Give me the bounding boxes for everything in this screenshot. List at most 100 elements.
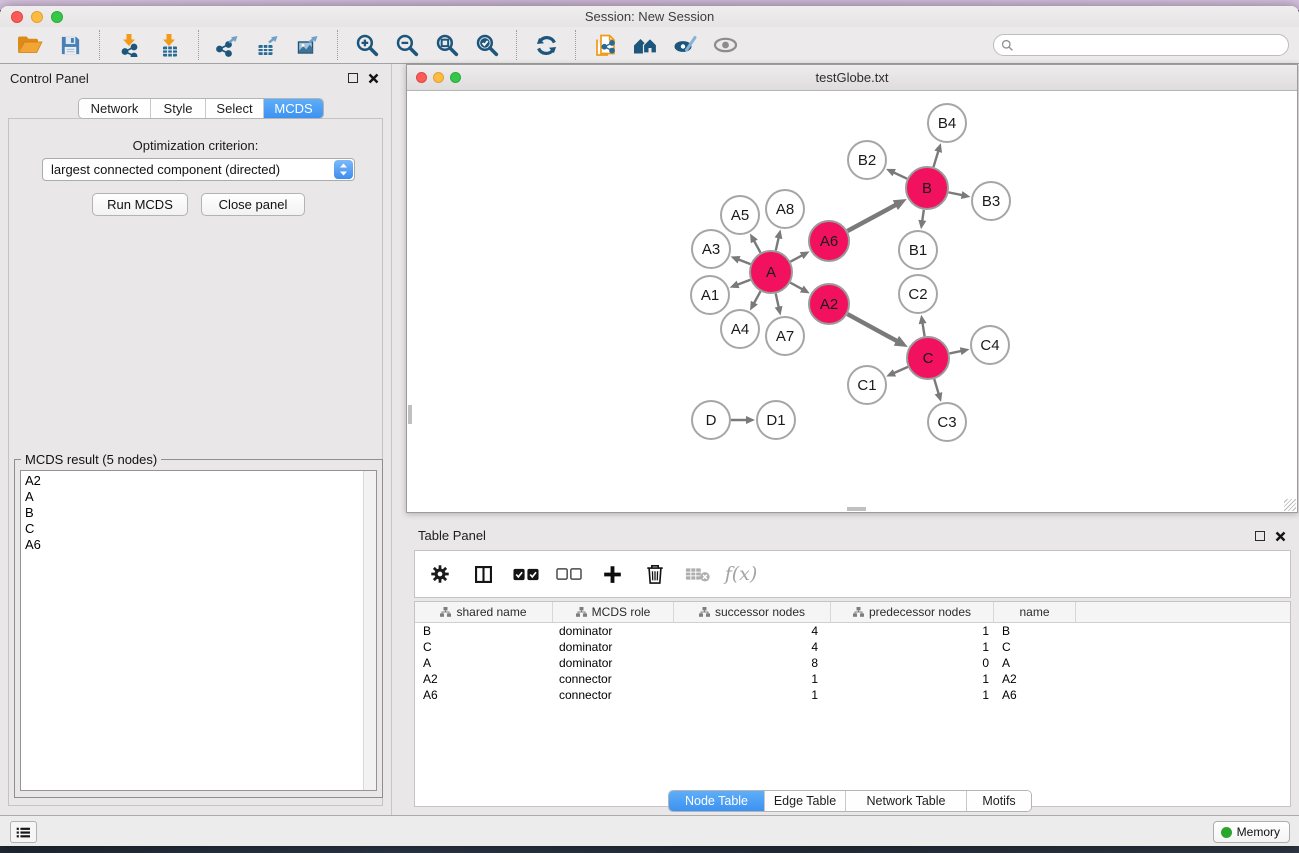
node-a4[interactable]: A4	[721, 310, 759, 348]
edge-A-A7[interactable]	[775, 293, 783, 315]
close-table-panel-icon[interactable]	[1274, 530, 1286, 542]
close-window-button[interactable]	[11, 11, 23, 23]
edge-C-C1[interactable]	[886, 367, 908, 377]
column-header-name[interactable]: name	[994, 602, 1076, 622]
edge-D-D1[interactable]	[731, 416, 755, 424]
node-c[interactable]: C	[907, 337, 949, 379]
result-list-scrollbar[interactable]	[363, 471, 376, 790]
node-a8[interactable]: A8	[766, 190, 804, 228]
cell-successors[interactable]: 1	[674, 687, 831, 703]
edge-A6-B[interactable]	[847, 199, 906, 231]
cell-name[interactable]: B	[994, 623, 1076, 639]
edge-A-A4[interactable]	[750, 291, 760, 310]
node-a5[interactable]: A5	[721, 196, 759, 234]
node-a6[interactable]: A6	[809, 221, 849, 261]
node-b[interactable]: B	[906, 167, 948, 209]
node-b4[interactable]: B4	[928, 104, 966, 142]
cell-successors[interactable]: 4	[674, 623, 831, 639]
cell-shared-name[interactable]: A2	[415, 671, 553, 687]
node-c2[interactable]: C2	[899, 275, 937, 313]
edge-A-A8[interactable]	[775, 229, 783, 250]
zoom-out-button[interactable]	[387, 30, 427, 61]
cell-mcds-role[interactable]: connector	[553, 687, 674, 703]
canvas-left-scroll-handle[interactable]	[408, 405, 412, 424]
network-canvas[interactable]: B4B2BB3B1A5A8A6A3AA1A2A4A7C2CC4C1C3DD1	[407, 91, 1297, 512]
memory-button[interactable]: Memory	[1213, 821, 1290, 843]
export-network-button[interactable]	[208, 30, 248, 61]
cell-mcds-role[interactable]: dominator	[553, 623, 674, 639]
zoom-window-button[interactable]	[51, 11, 63, 23]
table-row-a[interactable]: Adominator80A	[415, 655, 1290, 671]
edge-C-C3[interactable]	[934, 379, 942, 402]
cell-predecessors[interactable]: 0	[831, 655, 994, 671]
edge-B-B2[interactable]	[886, 169, 907, 179]
edge-A-A5[interactable]	[750, 233, 760, 252]
export-table-button[interactable]	[248, 30, 288, 61]
refresh-button[interactable]	[526, 30, 566, 61]
cell-successors[interactable]: 1	[674, 671, 831, 687]
edge-A2-C[interactable]	[847, 314, 907, 347]
edge-A-A1[interactable]	[730, 280, 751, 288]
create-column-button[interactable]	[599, 561, 625, 587]
cell-name[interactable]: A	[994, 655, 1076, 671]
float-panel-icon[interactable]	[348, 73, 358, 83]
node-d1[interactable]: D1	[757, 401, 795, 439]
import-network-button[interactable]	[109, 30, 149, 61]
cell-mcds-role[interactable]: dominator	[553, 639, 674, 655]
cell-shared-name[interactable]: B	[415, 623, 553, 639]
run-mcds-button[interactable]: Run MCDS	[92, 193, 188, 216]
new-network-from-selection-button[interactable]	[585, 30, 625, 61]
edge-C-C4[interactable]	[950, 347, 970, 355]
zoom-in-button[interactable]	[347, 30, 387, 61]
zoom-selected-button[interactable]	[467, 30, 507, 61]
unselect-all-columns-button[interactable]	[556, 561, 582, 587]
canvas-bottom-scroll-handle[interactable]	[847, 507, 866, 511]
close-panel-icon[interactable]	[367, 72, 379, 84]
result-item-b[interactable]: B	[21, 505, 376, 521]
cell-shared-name[interactable]: A	[415, 655, 553, 671]
node-c3[interactable]: C3	[928, 403, 966, 441]
tab-mcds[interactable]: MCDS	[264, 99, 323, 118]
open-session-button[interactable]	[10, 30, 50, 61]
edge-A-A3[interactable]	[731, 256, 751, 264]
node-a3[interactable]: A3	[692, 230, 730, 268]
zoom-fit-button[interactable]	[427, 30, 467, 61]
float-table-panel-icon[interactable]	[1255, 531, 1265, 541]
cell-successors[interactable]: 4	[674, 639, 831, 655]
node-a7[interactable]: A7	[766, 317, 804, 355]
cell-predecessors[interactable]: 1	[831, 687, 994, 703]
search-box[interactable]	[993, 34, 1289, 56]
export-image-button[interactable]	[288, 30, 328, 61]
criterion-dropdown[interactable]: largest connected component (directed)	[42, 158, 355, 181]
column-header-mcds-role[interactable]: MCDS role	[553, 602, 674, 622]
first-neighbors-button[interactable]	[625, 30, 665, 61]
edge-B-B1[interactable]	[918, 210, 926, 229]
cell-shared-name[interactable]: C	[415, 639, 553, 655]
tab-node-table[interactable]: Node Table	[669, 791, 765, 811]
table-row-b[interactable]: Bdominator41B	[415, 623, 1290, 639]
search-input[interactable]	[1014, 37, 1281, 53]
delete-columns-button[interactable]	[642, 561, 668, 587]
node-c4[interactable]: C4	[971, 326, 1009, 364]
result-item-a[interactable]: A	[21, 489, 376, 505]
cell-predecessors[interactable]: 1	[831, 639, 994, 655]
window-resize-grip[interactable]	[1284, 499, 1296, 511]
edge-B-B4[interactable]	[933, 143, 942, 167]
node-a[interactable]: A	[750, 251, 792, 293]
import-table-button[interactable]	[149, 30, 189, 61]
tab-select[interactable]: Select	[206, 99, 264, 118]
show-columns-button[interactable]	[470, 561, 496, 587]
edge-B-B3[interactable]	[949, 191, 971, 199]
show-graphics-details-button[interactable]	[665, 30, 705, 61]
edge-A-A6[interactable]	[790, 251, 809, 261]
tab-style[interactable]: Style	[151, 99, 206, 118]
tab-motifs[interactable]: Motifs	[967, 791, 1031, 811]
show-panels-list-button[interactable]	[10, 821, 37, 843]
cell-name[interactable]: A6	[994, 687, 1076, 703]
column-header-successor-nodes[interactable]: successor nodes	[674, 602, 831, 622]
network-zoom-button[interactable]	[450, 72, 461, 83]
node-a1[interactable]: A1	[691, 276, 729, 314]
edge-C-C2[interactable]	[919, 315, 927, 337]
cell-predecessors[interactable]: 1	[831, 623, 994, 639]
node-a2[interactable]: A2	[809, 284, 849, 324]
